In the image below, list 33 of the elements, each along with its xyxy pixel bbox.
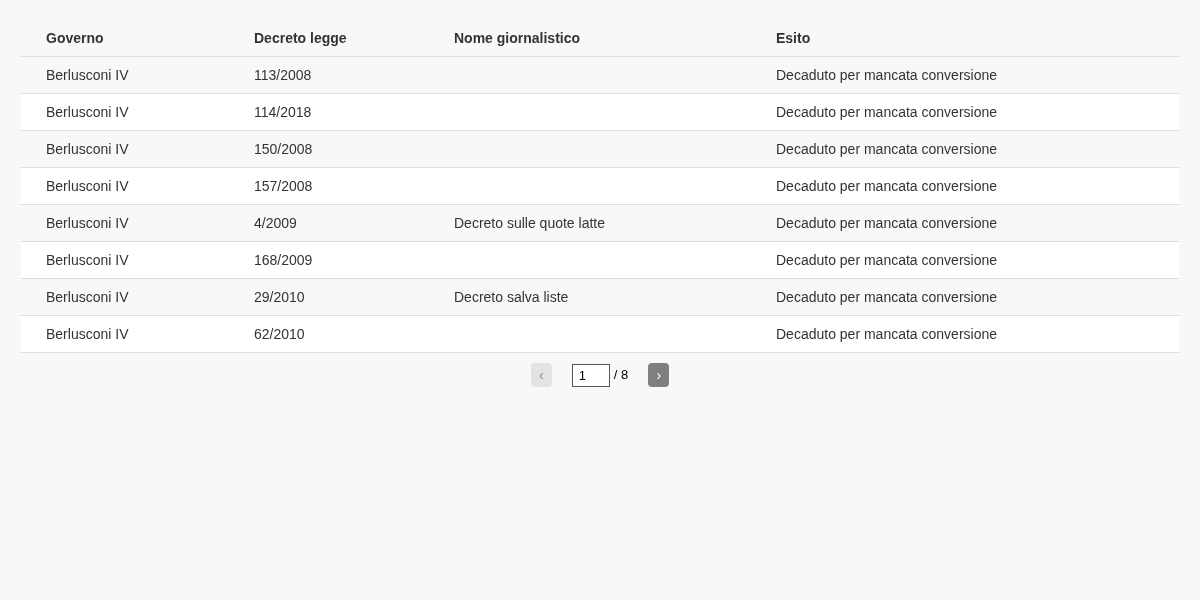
table-cell: 168/2009 xyxy=(254,251,313,268)
table-cell: Decreto sulle quote latte xyxy=(454,214,605,231)
page-button[interactable]: › xyxy=(648,363,670,387)
table-cell: 150/2008 xyxy=(254,140,313,157)
column-header: Nome giornalistico xyxy=(454,29,581,46)
table-cell: 4/2009 xyxy=(254,214,297,231)
table-cell: 29/2010 xyxy=(254,288,305,305)
page-input[interactable]: 1 xyxy=(571,363,610,387)
page-total: / 8 xyxy=(613,366,629,385)
table-cell: Berlusconi IV xyxy=(46,103,129,120)
column-header: Governo xyxy=(46,29,104,46)
table-cell: 113/2008 xyxy=(254,66,312,83)
table-cell: Decaduto per mancata conversione xyxy=(776,325,998,342)
table-cell: Berlusconi IV xyxy=(46,288,129,305)
table-cell: Decaduto per mancata conversione xyxy=(776,214,998,231)
table-cell: Decaduto per mancata conversione xyxy=(776,288,998,305)
table-cell: Decaduto per mancata conversione xyxy=(776,251,998,268)
table-cell: Decaduto per mancata conversione xyxy=(776,177,998,194)
table-cell: Berlusconi IV xyxy=(46,66,129,83)
table-cell: 114/2018 xyxy=(254,103,312,120)
table-cell: Decaduto per mancata conversione xyxy=(776,103,998,120)
table-cell: Decreto salva liste xyxy=(454,288,569,305)
column-header: Esito xyxy=(776,29,811,46)
table-cell: Decaduto per mancata conversione xyxy=(776,66,998,83)
column-header: Decreto legge xyxy=(254,29,347,46)
table-cell: Berlusconi IV xyxy=(46,140,129,157)
table-cell: Berlusconi IV xyxy=(46,325,129,342)
table-cell: Decaduto per mancata conversione xyxy=(776,140,998,157)
table-cell: Berlusconi IV xyxy=(46,177,129,194)
table-cell: Berlusconi IV xyxy=(46,251,129,268)
table-cell: 157/2008 xyxy=(254,177,313,194)
table-cell: 62/2010 xyxy=(254,325,305,342)
table-cell: Berlusconi IV xyxy=(46,214,129,231)
